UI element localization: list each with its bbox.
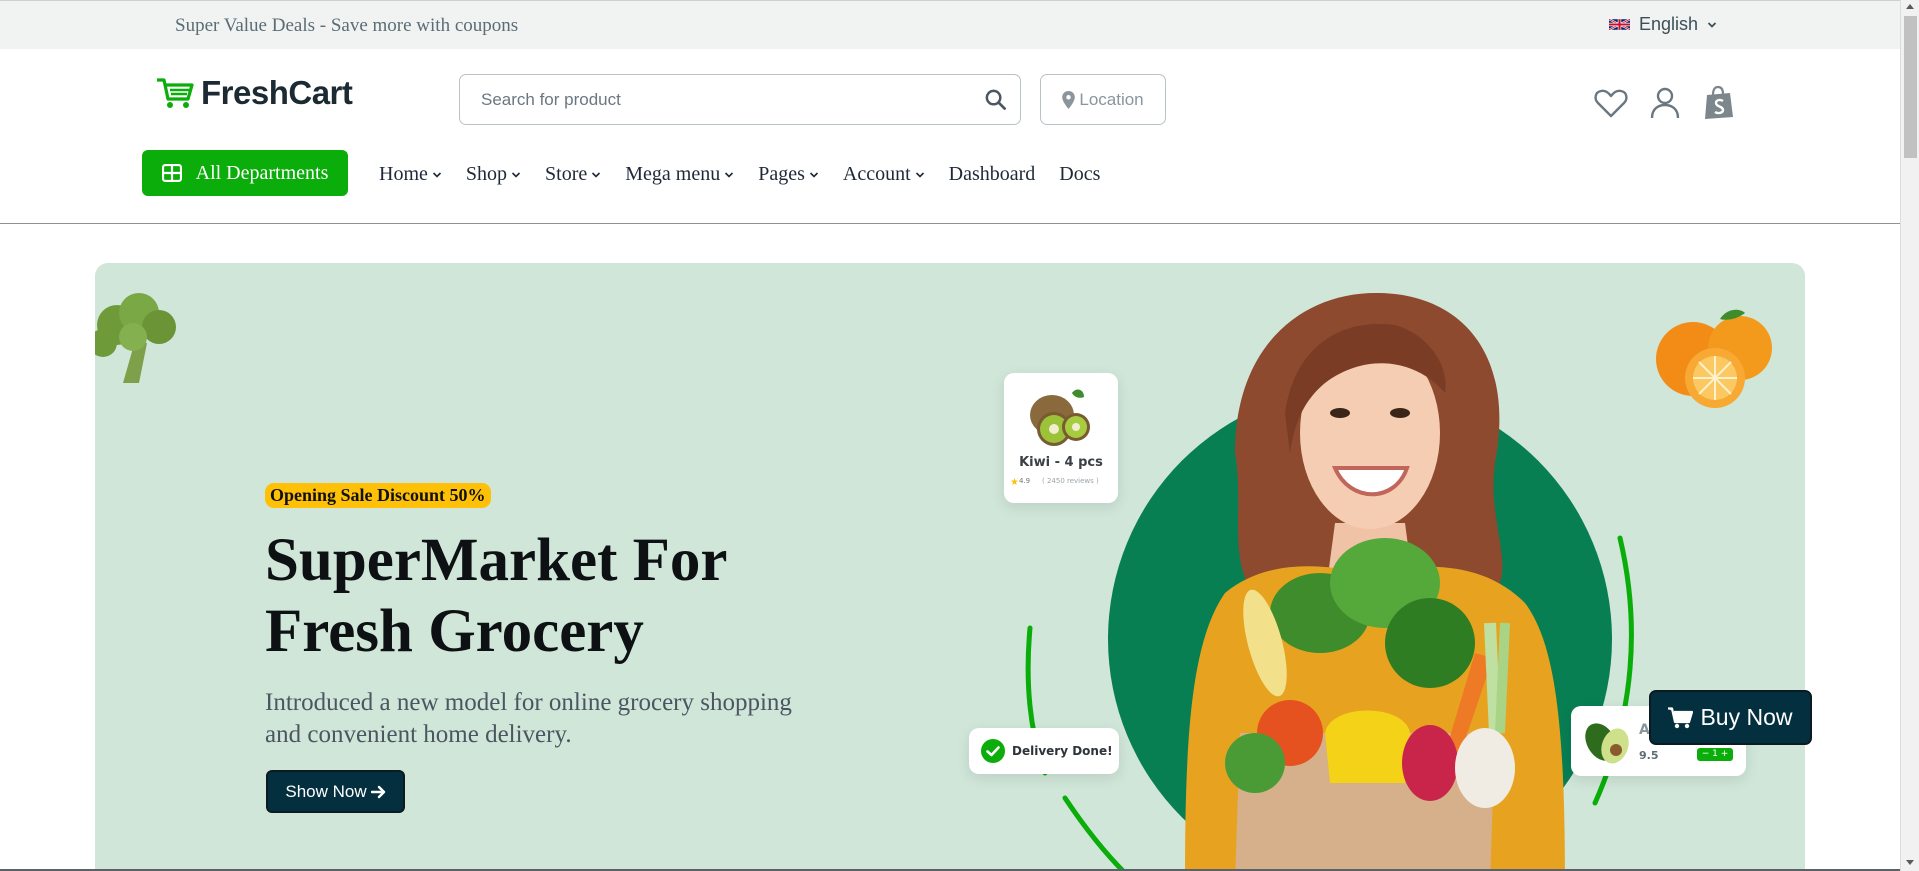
brand-logo[interactable]: FreshCart <box>155 74 353 112</box>
quantity-stepper[interactable]: − 1 + <box>1697 748 1733 761</box>
kiwi-reviews: ( 2450 reviews ) <box>1042 477 1099 485</box>
all-departments-button[interactable]: All Departments <box>142 150 348 196</box>
brand-name: FreshCart <box>201 74 353 111</box>
kiwi-product-card[interactable]: Kiwi - 4 pcs 4.9 ( 2450 reviews ) <box>1004 373 1118 503</box>
map-pin-icon <box>1062 90 1076 109</box>
hero-subtitle-line: Introduced a new model for online grocer… <box>265 689 792 716</box>
nav-item-shop[interactable]: Shop <box>466 163 521 186</box>
buy-now-button[interactable]: Buy Now <box>1649 690 1812 745</box>
header-divider <box>0 223 1900 224</box>
nav-item-pages[interactable]: Pages <box>758 163 819 186</box>
search-icon[interactable] <box>984 88 1007 111</box>
oranges-image <box>1656 309 1772 408</box>
broccoli-image <box>95 293 176 383</box>
language-selector[interactable]: English <box>1609 14 1717 35</box>
scroll-down-arrow-icon[interactable] <box>1906 860 1914 865</box>
nav-item-account[interactable]: Account <box>843 163 925 186</box>
uk-flag-icon <box>1609 18 1630 31</box>
kiwi-image <box>1030 389 1090 446</box>
hero-subtitle: Introduced a new model for online grocer… <box>265 687 865 751</box>
search-box[interactable] <box>459 74 1021 125</box>
location-button[interactable]: Location <box>1040 74 1166 125</box>
show-now-label: Show Now <box>285 781 367 801</box>
language-label: English <box>1639 14 1699 34</box>
nav-label: Account <box>842 163 911 185</box>
nav-label: Dashboard <box>948 163 1036 185</box>
arrow-right-icon <box>370 785 385 798</box>
user-icon[interactable] <box>1646 84 1684 122</box>
page-scrollbar[interactable] <box>1900 0 1919 871</box>
avocado-image <box>1585 723 1629 764</box>
sale-badge: Opening Sale Discount 50% <box>265 483 491 508</box>
kiwi-product-name: Kiwi - 4 pcs <box>1019 455 1103 470</box>
show-now-button[interactable]: Show Now <box>266 770 405 813</box>
cart-icon <box>1668 706 1694 728</box>
chevron-down-icon <box>915 171 924 178</box>
avocado-price: 9.5 <box>1639 749 1659 762</box>
shopping-bag-icon[interactable] <box>1700 84 1738 122</box>
hero-subtitle-line: and convenient home delivery. <box>265 721 572 748</box>
main-nav: Home Shop Store Mega menu Pages Account … <box>379 163 1124 186</box>
grid-icon <box>161 164 182 182</box>
chevron-down-icon <box>725 171 734 178</box>
buy-now-label: Buy Now <box>1700 704 1793 730</box>
nav-item-store[interactable]: Store <box>545 163 601 186</box>
nav-item-dashboard[interactable]: Dashboard <box>949 163 1036 186</box>
nav-label: Pages <box>758 163 805 185</box>
chevron-down-icon <box>592 171 601 178</box>
scrollbar-thumb[interactable] <box>1904 16 1917 158</box>
search-input[interactable] <box>461 76 961 123</box>
all-departments-label: All Departments <box>195 161 329 184</box>
hero-title-line: Fresh Grocery <box>265 598 644 665</box>
nav-label: Docs <box>1059 163 1101 185</box>
kiwi-rating: 4.9 <box>1019 477 1031 485</box>
nav-item-mega-menu[interactable]: Mega menu <box>625 163 734 186</box>
delivery-text: Delivery Done! <box>1012 744 1113 758</box>
hero-title: SuperMarket For Fresh Grocery <box>265 525 965 667</box>
nav-label: Store <box>545 163 588 185</box>
hero-banner: Kiwi - 4 pcs 4.9 ( 2450 reviews ) Delive… <box>95 263 1805 871</box>
nav-label: Home <box>379 163 428 185</box>
top-promo-bar: Super Value Deals - Save more with coupo… <box>0 0 1900 49</box>
heart-icon[interactable] <box>1592 84 1630 122</box>
chevron-down-icon <box>432 171 441 178</box>
delivery-status-card: Delivery Done! <box>969 728 1119 774</box>
scroll-up-arrow-icon[interactable] <box>1906 4 1914 9</box>
promo-text: Super Value Deals - Save more with coupo… <box>175 15 519 36</box>
chevron-down-icon <box>511 171 521 178</box>
location-label: Location <box>1079 89 1144 109</box>
nav-label: Mega menu <box>625 163 721 185</box>
cart-logo-icon <box>157 78 194 108</box>
chevron-down-icon <box>1707 21 1717 28</box>
chevron-down-icon <box>809 171 818 178</box>
hero-title-line: SuperMarket For <box>265 527 728 594</box>
nav-item-docs[interactable]: Docs <box>1059 163 1100 186</box>
nav-label: Shop <box>465 163 508 185</box>
star-icon <box>1011 478 1018 485</box>
check-circle-icon <box>981 739 1005 763</box>
nav-item-home[interactable]: Home <box>379 163 442 186</box>
